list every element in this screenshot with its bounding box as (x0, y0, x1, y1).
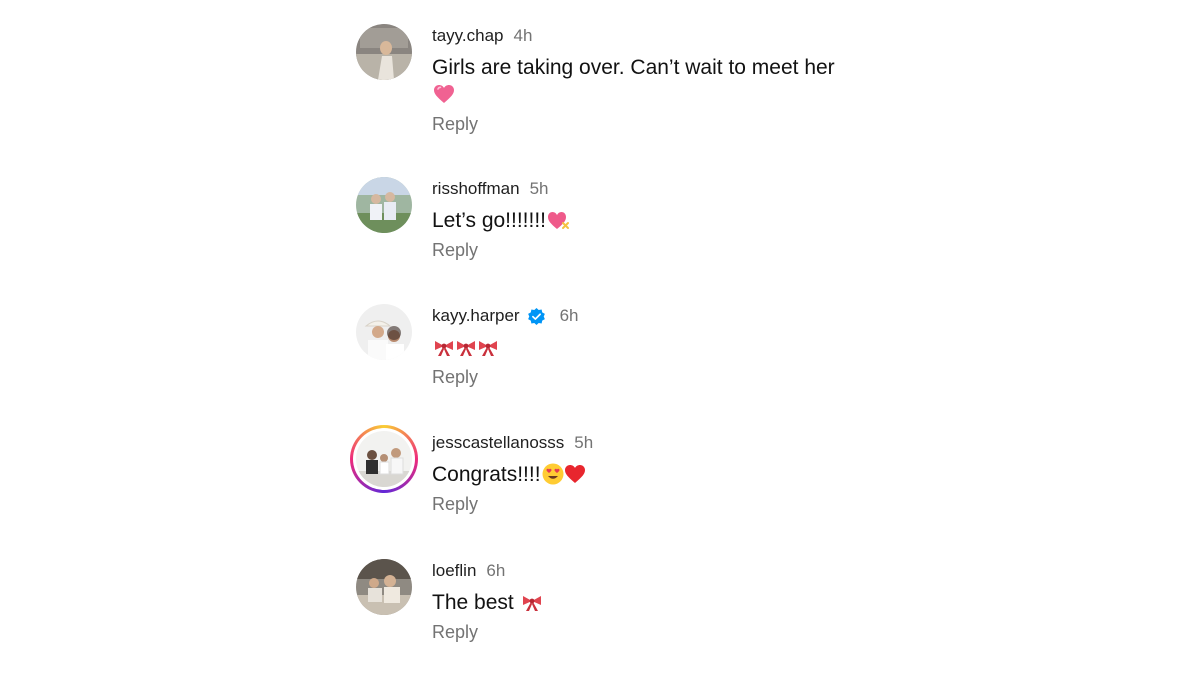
ribbon-icon (476, 335, 498, 357)
comment-text: Congrats!!!! (432, 461, 593, 488)
reply-button[interactable]: Reply (432, 622, 478, 643)
comment-text-content: Congrats!!!! (432, 463, 541, 486)
ribbon-icon (432, 335, 454, 357)
timestamp: 4h (513, 26, 533, 45)
timestamp: 6h (486, 561, 506, 580)
comment-text-content: Girls are taking over. Can’t wait to mee… (432, 56, 835, 79)
username[interactable]: loeflin (432, 561, 476, 581)
comments-list: tayy.chap 4h Girls are taking over. Can’… (0, 0, 1200, 675)
ribbon-icon (454, 335, 476, 357)
comment-text-content: Let’s go!!!!!!! (432, 209, 547, 232)
heart-with-ribbon-icon (546, 208, 570, 230)
reply-button[interactable]: Reply (432, 494, 478, 515)
timestamp: 6h (559, 306, 579, 325)
username[interactable]: jesscastellanosss (432, 433, 564, 453)
reply-button[interactable]: Reply (432, 114, 478, 135)
timestamp: 5h (529, 179, 549, 198)
verified-badge-icon (527, 307, 546, 326)
username[interactable]: kayy.harper (432, 306, 520, 326)
avatar[interactable] (356, 24, 412, 80)
comment-text: Girls are taking over. Can’t wait to mee… (432, 54, 835, 108)
red-heart-icon (563, 462, 585, 484)
comment-text (432, 334, 578, 361)
comment-text: The best (432, 589, 542, 616)
timestamp: 5h (574, 433, 594, 452)
ribbon-icon (520, 590, 542, 612)
avatar[interactable] (356, 177, 412, 233)
reply-button[interactable]: Reply (432, 367, 478, 388)
pink-heart-icon (432, 82, 454, 104)
avatar-story-ring[interactable] (350, 425, 418, 493)
username[interactable]: risshoffman (432, 179, 520, 199)
comment-text-content: The best (432, 591, 520, 614)
smiling-face-with-heart-eyes-icon (541, 462, 564, 485)
avatar[interactable] (356, 304, 412, 360)
avatar[interactable] (356, 559, 412, 615)
username[interactable]: tayy.chap (432, 26, 504, 46)
comment-text: Let’s go!!!!!!! (432, 207, 570, 234)
reply-button[interactable]: Reply (432, 240, 478, 261)
